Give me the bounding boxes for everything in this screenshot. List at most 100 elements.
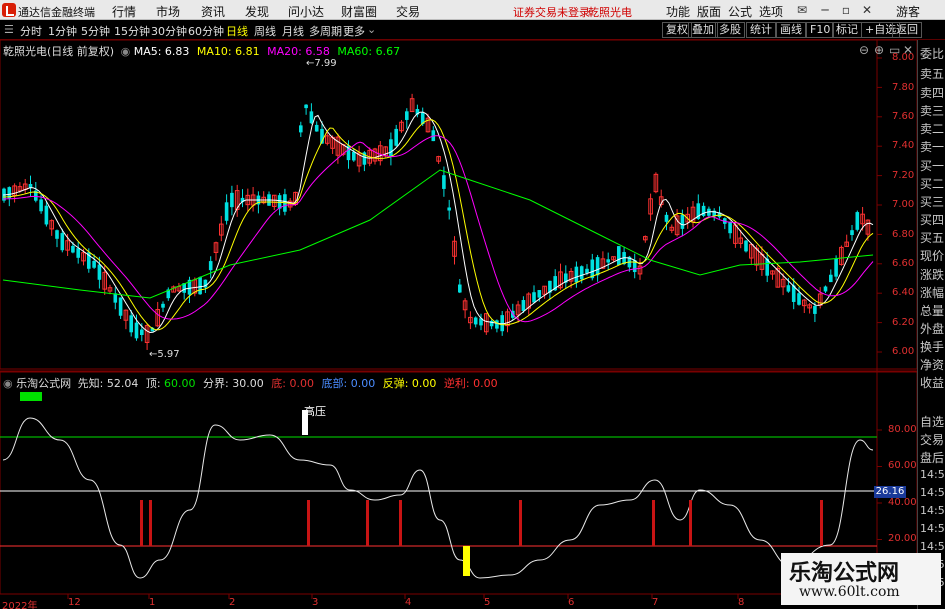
candle-body [823, 286, 828, 292]
indicator-y-tick: 20.00 [888, 533, 917, 544]
red-signal-bar [366, 500, 369, 546]
zoom-out-icon[interactable]: ⊖ [859, 43, 869, 57]
candle-body [389, 139, 393, 158]
candle-body [532, 292, 536, 303]
red-signal-bar [652, 500, 655, 546]
candle-body [617, 246, 621, 266]
candle-body [97, 264, 102, 280]
candle-body [71, 245, 75, 253]
quote-tab-afterhours[interactable]: 盘后 [920, 449, 944, 466]
trade-time: 14:56 [920, 504, 945, 517]
candle-body [314, 124, 319, 132]
candle-body [521, 300, 526, 311]
red-signal-bar [140, 500, 143, 546]
quote-row[interactable]: 卖三 [920, 102, 944, 119]
quote-row[interactable]: 买三 [920, 193, 944, 210]
settings-circle-icon[interactable]: ◉ [3, 377, 13, 390]
candle-body [495, 320, 499, 329]
quote-row[interactable]: 买二 [920, 175, 944, 192]
y-tick: 6.00 [892, 346, 915, 357]
y-tick: 6.80 [892, 229, 915, 240]
trade-time: 14:56 [920, 468, 945, 481]
quote-row[interactable]: 涨跌 [920, 266, 944, 283]
quote-row[interactable]: 买一 [920, 157, 944, 174]
candle-body [834, 258, 838, 277]
y-tick: 7.20 [892, 170, 915, 181]
quote-row[interactable]: 买四 [920, 211, 944, 228]
base-label: 底: [271, 377, 286, 390]
candle-body [473, 317, 478, 325]
candle-body [129, 315, 133, 333]
high-price-label: ←7.99 [306, 58, 337, 69]
settings-circle-icon[interactable]: ◉ [121, 45, 131, 58]
candle-body [299, 125, 303, 133]
candle-body [28, 184, 33, 188]
candle-body [208, 261, 213, 271]
quote-tab-trade[interactable]: 交易 [920, 431, 944, 448]
candle-body [161, 303, 165, 308]
quote-row[interactable]: 收益 [920, 374, 944, 391]
indicator-name: 乐淘公式网 [16, 377, 72, 390]
ma5-line [2, 111, 874, 334]
ma-info-line: 乾照光电(日线 前复权) ◉ MA5: 6.83 MA10: 6.81 MA20… [3, 43, 400, 59]
x-tick: 2022年 [2, 601, 38, 609]
candlestick-chart[interactable] [0, 0, 917, 609]
indicator-y-tick: 60.00 [888, 460, 917, 471]
prophet-value: 52.04 [106, 377, 139, 390]
watermark-overlay: 乐淘公式网 www.60lt.com [781, 553, 941, 605]
red-signal-bar [399, 500, 402, 546]
red-signal-bar [689, 500, 692, 546]
ma20-label: MA20: 6.58 [267, 45, 330, 58]
candle-body [39, 199, 43, 212]
bottom-signal-bar [463, 546, 470, 576]
red-signal-bar [149, 500, 152, 546]
quote-row[interactable]: 卖二 [920, 120, 944, 137]
quote-row[interactable]: 净资 [920, 356, 944, 373]
oscillator-line [2, 417, 874, 579]
top-label: 顶: [145, 377, 161, 390]
quote-row[interactable]: 涨幅 [920, 284, 944, 301]
candle-body [76, 248, 80, 258]
candle-body [44, 205, 49, 225]
candle-body [855, 212, 860, 230]
candle-body [537, 290, 542, 298]
quote-row[interactable]: 外盘 [920, 320, 944, 337]
rebound-label: 反弹: [382, 377, 409, 390]
indicator-frame [0, 371, 917, 595]
candle-body [230, 192, 234, 208]
quote-row[interactable]: 卖五 [920, 65, 944, 82]
low-price-label: ←5.97 [149, 349, 180, 360]
profit-label: 逆利: [443, 377, 470, 390]
x-tick: 1 [149, 597, 156, 608]
indicator-y-tick: 80.00 [888, 424, 917, 435]
quote-row[interactable]: 换手 [920, 338, 944, 355]
candle-body [304, 104, 308, 109]
candle-body [829, 274, 833, 283]
trade-time: 14:56 [920, 522, 945, 535]
quote-row[interactable]: 委比 [920, 45, 944, 62]
quote-row[interactable]: 卖一 [920, 138, 944, 155]
y-tick: 7.00 [892, 199, 915, 210]
x-tick: 2 [229, 597, 236, 608]
x-tick: 12 [68, 597, 81, 608]
green-signal-marker [20, 392, 42, 401]
quote-row[interactable]: 总量 [920, 302, 944, 319]
x-tick: 4 [405, 597, 412, 608]
quote-row[interactable]: 买五 [920, 229, 944, 246]
candle-body [701, 205, 706, 216]
candle-body [352, 151, 356, 161]
indicator-y-tick: 40.00 [888, 497, 917, 508]
quote-row[interactable]: 现价 [920, 247, 944, 264]
rebound-value: 0.00 [411, 377, 437, 390]
bound-value: 30.00 [232, 377, 264, 390]
candle-body [442, 175, 446, 189]
quote-tab-watchlist[interactable]: 自选 [920, 413, 944, 430]
y-tick: 6.60 [892, 258, 915, 269]
y-tick: 7.60 [892, 111, 915, 122]
quote-row[interactable]: 卖四 [920, 84, 944, 101]
zoom-in-icon[interactable]: ⊕ [874, 43, 884, 57]
candle-body [92, 260, 96, 268]
candle-body [728, 222, 732, 234]
ma5-label: MA5: 6.83 [133, 45, 190, 58]
y-tick: 6.40 [892, 287, 915, 298]
